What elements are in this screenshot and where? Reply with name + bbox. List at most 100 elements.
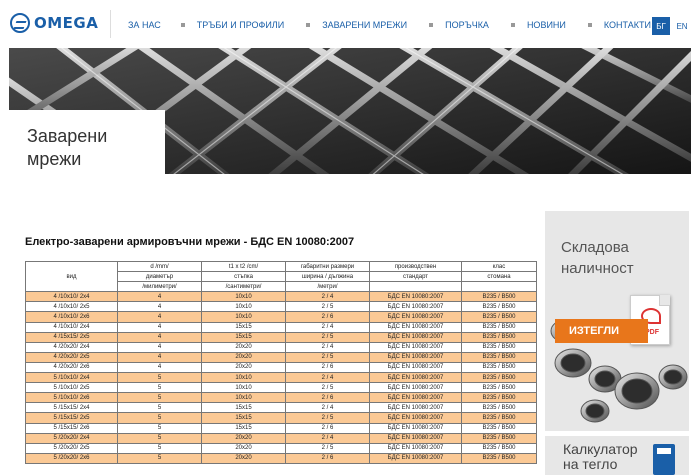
header-cell: производствен: [369, 260, 462, 273]
table-row: 4 /10x10/ 2x4 4 15x15 2 / 4 БДС EN 10080:200…: [25, 321, 537, 333]
table-cell: 4: [117, 321, 202, 333]
table-cell: БДС EN 10080:2007: [369, 341, 462, 353]
nav-separator: [180, 23, 185, 27]
header-cell: [369, 281, 462, 293]
weight-calculator-card[interactable]: Калкулатор на тегло: [545, 436, 689, 475]
lang-bg-button[interactable]: БГ: [652, 17, 670, 35]
header-cell: диаметър: [117, 271, 202, 283]
logo[interactable]: OMEGA: [10, 13, 98, 33]
table-cell: 10x10: [201, 372, 286, 384]
nav-item-pipes[interactable]: ТРЪБИ И ПРОФИЛИ: [197, 20, 284, 30]
table-cell: 4: [117, 291, 202, 303]
page-title-line2: мрежи: [27, 149, 82, 169]
nav-item-welded-mesh[interactable]: ЗАВАРЕНИ МРЕЖИ: [322, 20, 407, 30]
table-cell: 20x20: [201, 351, 286, 363]
omega-logo-icon: [10, 13, 30, 33]
table-cell: B235 / B500: [461, 351, 537, 363]
table-cell: 4 /20x20/ 2x4: [25, 341, 118, 353]
table-cell: 5: [117, 432, 202, 444]
header-cell: стандарт: [369, 271, 462, 283]
table-cell: 10x10: [201, 291, 286, 303]
table-cell: B235 / B500: [461, 402, 537, 414]
table-cell: БДС EN 10080:2007: [369, 331, 462, 343]
table-row: 5 /20x20/ 2x4 5 20x20 2 / 4 БДС EN 10080:200…: [25, 432, 537, 444]
table-cell: 15x15: [201, 331, 286, 343]
table-cell: 4 /10x10/ 2x5: [25, 301, 118, 313]
table-cell: 4: [117, 351, 202, 363]
table-cell: 5 /15x15/ 2x4: [25, 402, 118, 414]
table-cell: БДС EN 10080:2007: [369, 402, 462, 414]
table-cell: B235 / B500: [461, 291, 537, 303]
nav-item-order[interactable]: ПОРЪЧКА: [445, 20, 489, 30]
stock-card-title: Складова наличност: [561, 237, 634, 279]
table-cell: БДС EN 10080:2007: [369, 291, 462, 303]
page-title-line1: Заварени: [27, 126, 108, 146]
table-cell: 20x20: [201, 361, 286, 374]
stock-availability-card[interactable]: Складова наличност PDF ИЗТЕГЛИ: [545, 211, 689, 431]
table-row: 4 /20x20/ 2x5 4 20x20 2 / 5 БДС EN 10080:200…: [25, 351, 537, 363]
nav-item-about[interactable]: ЗА НАС: [128, 20, 161, 30]
table-cell: B235 / B500: [461, 372, 537, 384]
table-cell: БДС EN 10080:2007: [369, 422, 462, 434]
table-cell: 5 /10x10/ 2x5: [25, 382, 118, 394]
stock-card-title-line1: Складова: [561, 239, 629, 256]
table-cell: 5: [117, 402, 202, 414]
calculator-icon: [653, 444, 675, 475]
table-cell: БДС EN 10080:2007: [369, 452, 462, 464]
table-cell: 15x15: [201, 412, 286, 424]
table-cell: 5: [117, 372, 202, 384]
table-cell: 4 /20x20/ 2x6: [25, 361, 118, 374]
table-cell: 5: [117, 442, 202, 454]
table-cell: 2 / 5: [285, 331, 370, 343]
nav-item-contacts[interactable]: КОНТАКТИ: [604, 20, 651, 30]
table-cell: 2 / 4: [285, 372, 370, 384]
table-cell: 20x20: [201, 341, 286, 353]
table-cell: 5 /10x10/ 2x4: [25, 372, 118, 384]
table-cell: 2 / 4: [285, 432, 370, 444]
table-cell: 4: [117, 361, 202, 374]
table-row: 4 /10x10/ 2x4 4 10x10 2 / 4 БДС EN 10080:200…: [25, 291, 537, 303]
table-row: 5 /15x15/ 2x5 5 15x15 2 / 5 БДС EN 10080:200…: [25, 412, 537, 424]
calculator-card-title-line2: на тегло: [563, 456, 618, 472]
section-heading: Електро-заварени армировъчни мрежи - БДС…: [25, 236, 355, 248]
nav-separator: [510, 23, 515, 27]
table-cell: 5: [117, 452, 202, 464]
table-row: 5 /20x20/ 2x6 5 20x20 2 / 6 БДС EN 10080:200…: [25, 452, 537, 464]
table-cell: 10x10: [201, 311, 286, 323]
header-cell: t1 x t2 /cm/: [201, 260, 286, 273]
header-cell: стъпка: [201, 271, 286, 283]
table-cell: 2 / 6: [285, 422, 370, 434]
table-cell: B235 / B500: [461, 301, 537, 313]
table-cell: B235 / B500: [461, 392, 537, 404]
table-row: 5 /10x10/ 2x5 5 10x10 2 / 5 БДС EN 10080:200…: [25, 382, 537, 394]
table-cell: 5: [117, 382, 202, 394]
table-cell: B235 / B500: [461, 452, 537, 464]
table-cell: БДС EN 10080:2007: [369, 392, 462, 404]
mesh-spec-table: вид d /mm/ t1 x t2 /cm/ габаритни размер…: [25, 260, 537, 464]
table-cell: 5 /20x20/ 2x4: [25, 432, 118, 444]
table-cell: 2 / 5: [285, 382, 370, 394]
table-cell: 2 / 5: [285, 442, 370, 454]
table-row: 4 /20x20/ 2x6 4 20x20 2 / 6 БДС EN 10080:200…: [25, 361, 537, 374]
table-cell: БДС EN 10080:2007: [369, 412, 462, 424]
table-row: 5 /20x20/ 2x5 5 20x20 2 / 5 БДС EN 10080:200…: [25, 442, 537, 454]
table-cell: 2 / 6: [285, 361, 370, 374]
download-button[interactable]: ИЗТЕГЛИ: [555, 319, 648, 343]
table-cell: 15x15: [201, 422, 286, 434]
logo-text: OMEGA: [34, 14, 99, 32]
header-cell: ширина / дължина: [285, 271, 370, 283]
table-cell: B235 / B500: [461, 422, 537, 434]
table-cell: БДС EN 10080:2007: [369, 432, 462, 444]
nav-item-news[interactable]: НОВИНИ: [527, 20, 566, 30]
table-cell: 2 / 5: [285, 351, 370, 363]
main-nav: ЗА НАС ТРЪБИ И ПРОФИЛИ ЗАВАРЕНИ МРЕЖИ ПО…: [128, 20, 651, 30]
table-cell: 2 / 4: [285, 402, 370, 414]
table-cell: 4 /15x15/ 2x5: [25, 331, 118, 343]
lang-en-button[interactable]: EN: [673, 17, 691, 35]
table-row: 4 /20x20/ 2x4 4 20x20 2 / 4 БДС EN 10080:200…: [25, 341, 537, 353]
table-cell: B235 / B500: [461, 331, 537, 343]
table-cell: БДС EN 10080:2007: [369, 321, 462, 333]
table-cell: 4 /10x10/ 2x4: [25, 291, 118, 303]
table-cell: 2 / 6: [285, 311, 370, 323]
table-cell: 5 /10x10/ 2x6: [25, 392, 118, 404]
